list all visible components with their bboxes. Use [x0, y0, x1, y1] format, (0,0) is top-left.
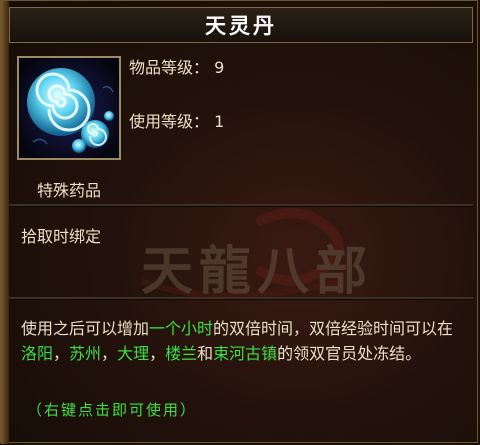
game-logo-watermark: 天龍八部: [139, 208, 373, 302]
use-level-label: 使用等级：: [129, 112, 210, 131]
item-name: 天灵丹: [205, 14, 277, 38]
desc-highlight-shuhe: 束河古镇: [213, 344, 278, 363]
desc-text: 使用之后可以增加: [21, 319, 150, 338]
desc-highlight-dali: 大理: [117, 344, 150, 363]
item-tooltip: 天灵丹 物品等级： 9 使用等级： 1 特殊药品 天龍八部 拾取时绑定 使用之后…: [0, 0, 478, 444]
title-bar: 天灵丹: [9, 7, 473, 43]
desc-highlight-duration: 一个小时: [149, 319, 214, 338]
desc-separator: ，: [101, 344, 118, 363]
desc-separator: ，: [149, 344, 166, 363]
desc-highlight-suzhou: 苏州: [69, 344, 102, 363]
left-edge-decoration: [1, 1, 9, 444]
item-level-value: 9: [214, 58, 225, 77]
swirl-orb-icon: [19, 58, 119, 158]
desc-text: 的双倍时间，双倍经验时间可以在: [213, 319, 454, 338]
desc-highlight-loulan: 楼兰: [165, 344, 198, 363]
item-level-label: 物品等级：: [129, 58, 210, 77]
item-level-row: 物品等级： 9: [129, 57, 224, 79]
use-level-value: 1: [214, 112, 225, 131]
desc-highlight-luoyang: 洛阳: [21, 344, 54, 363]
desc-text: 的领双官员处冻结。: [277, 344, 422, 363]
item-stats: 物品等级： 9 使用等级： 1: [129, 57, 224, 133]
item-description: 使用之后可以增加一个小时的双倍时间，双倍经验时间可以在洛阳，苏州，大理，楼兰和束…: [21, 316, 466, 366]
binding-text: 拾取时绑定: [21, 227, 102, 246]
item-icon-frame: [17, 56, 121, 160]
desc-separator: ，: [53, 344, 70, 363]
divider-bottom: [9, 297, 473, 300]
desc-text: 和: [197, 344, 214, 363]
use-level-row: 使用等级： 1: [129, 111, 224, 133]
usage-hint: （右键点击即可使用）: [27, 401, 198, 419]
watermark-text: 天龍八部: [141, 241, 373, 302]
item-category: 特殊药品: [37, 181, 102, 200]
